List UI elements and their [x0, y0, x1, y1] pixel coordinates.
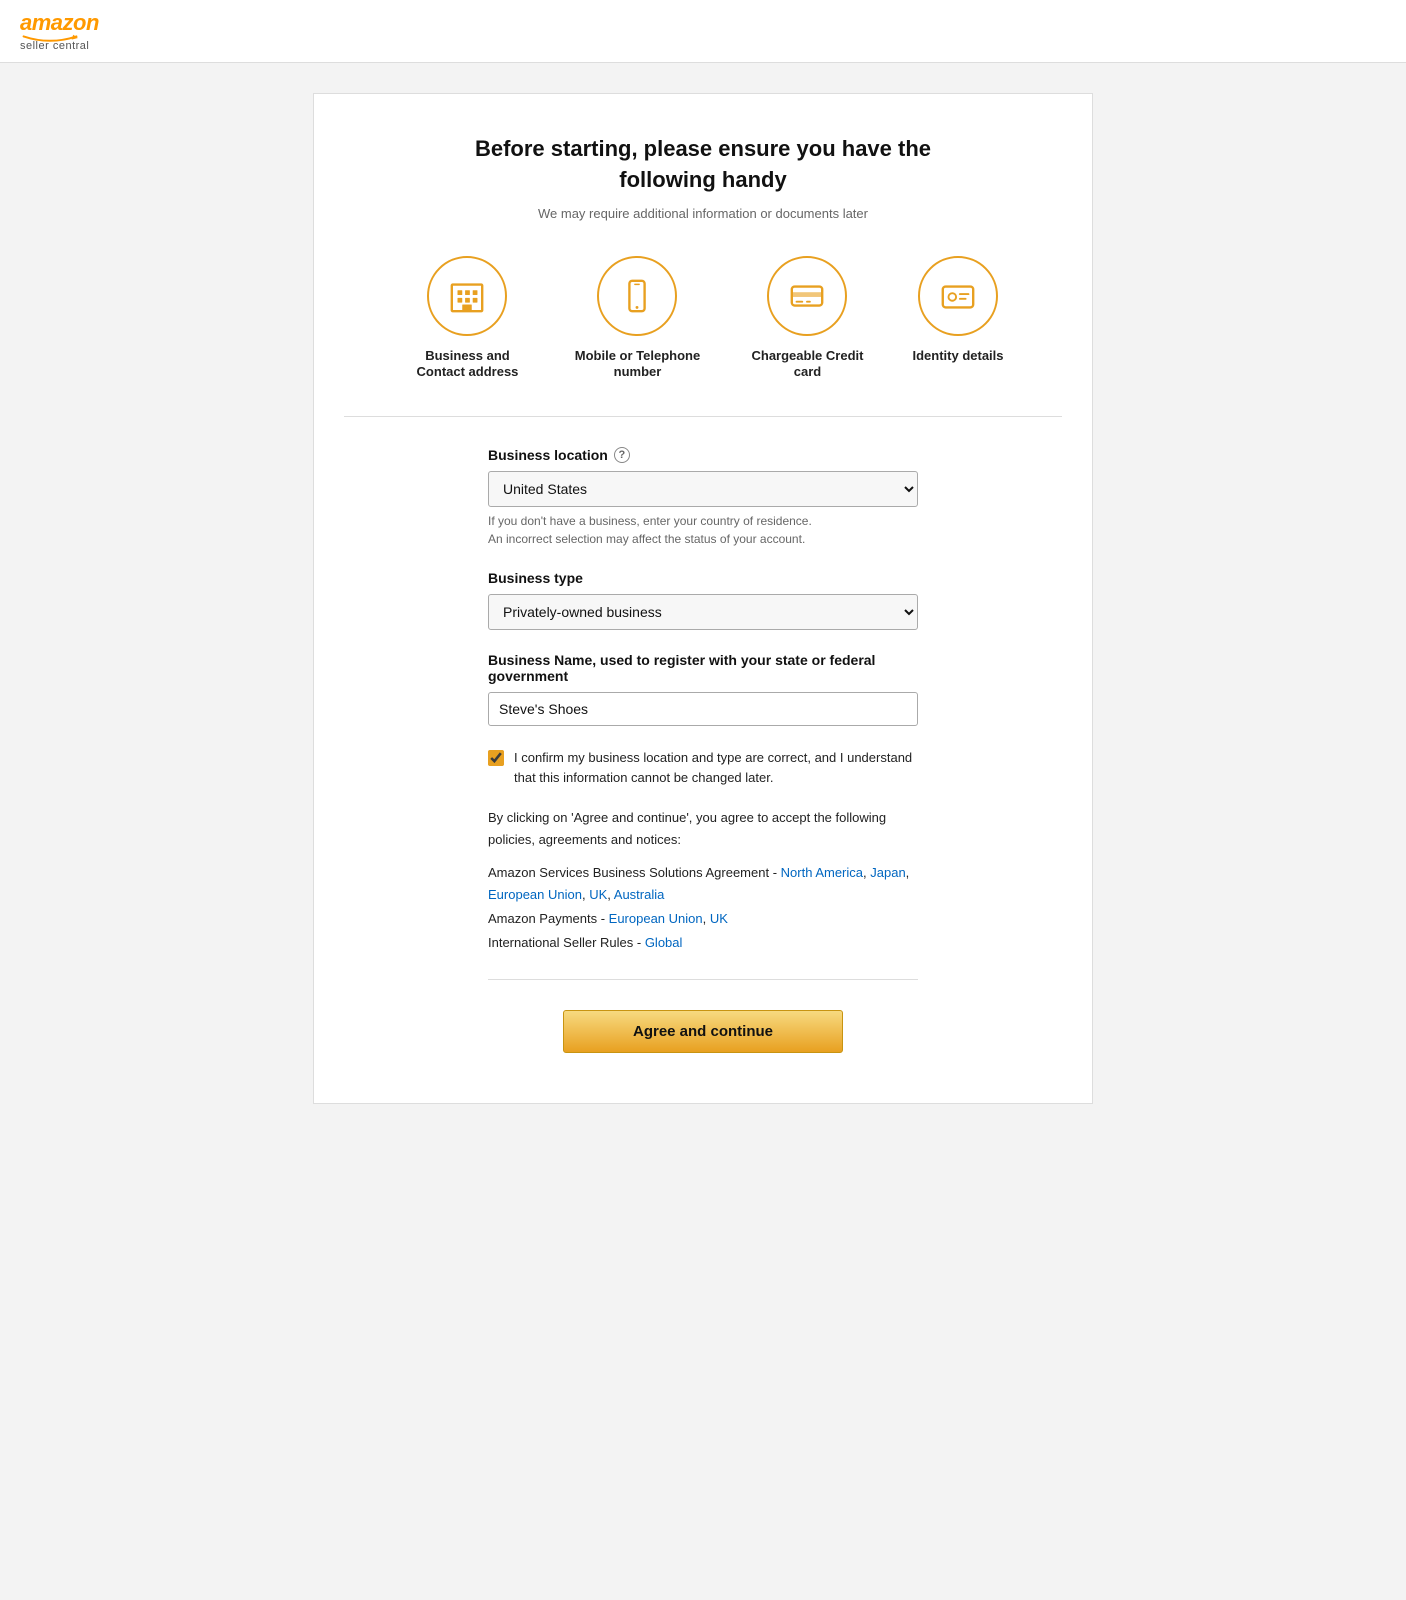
icon-item-mobile: Mobile or Telephone number	[572, 256, 702, 382]
business-location-select[interactable]: United States United Kingdom Canada Aust…	[488, 471, 918, 507]
page-title: Before starting, please ensure you have …	[344, 134, 1062, 196]
card-icon	[788, 277, 826, 315]
section-divider	[344, 416, 1062, 417]
icon-item-credit-card: Chargeable Credit card	[742, 256, 872, 382]
business-name-group: Business Name, used to register with you…	[488, 652, 918, 726]
business-location-label: Business location ?	[488, 447, 918, 463]
policy-link-global[interactable]: Global	[645, 935, 683, 950]
business-location-group: Business location ? United States United…	[488, 447, 918, 548]
logo-amazon-text: amazon	[20, 10, 99, 36]
business-name-label: Business Name, used to register with you…	[488, 652, 918, 684]
confirm-checkbox[interactable]	[488, 750, 504, 766]
business-type-group: Business type Privately-owned business P…	[488, 570, 918, 630]
business-type-label: Business type	[488, 570, 918, 586]
business-contact-icon-circle	[427, 256, 507, 336]
business-contact-label: Business and Contact address	[402, 348, 532, 382]
policy-line-1: Amazon Services Business Solutions Agree…	[488, 862, 918, 906]
agree-continue-button[interactable]: Agree and continue	[563, 1010, 843, 1053]
business-location-hint: If you don't have a business, enter your…	[488, 512, 918, 548]
credit-card-label: Chargeable Credit card	[742, 348, 872, 382]
logo-subtitle: seller central	[20, 40, 89, 52]
policy-link-uk-1[interactable]: UK	[589, 887, 607, 902]
bottom-divider	[488, 979, 918, 980]
agree-btn-wrap: Agree and continue	[488, 1010, 918, 1053]
confirm-checkbox-row: I confirm my business location and type …	[488, 748, 918, 787]
policies-section: By clicking on 'Agree and continue', you…	[488, 807, 918, 954]
policy-link-uk-2[interactable]: UK	[710, 911, 728, 926]
policy-link-north-america[interactable]: North America	[781, 865, 863, 880]
business-location-help-icon[interactable]: ?	[614, 447, 630, 463]
confirm-checkbox-label: I confirm my business location and type …	[514, 748, 918, 787]
policies-intro: By clicking on 'Agree and continue', you…	[488, 807, 918, 851]
policy-link-japan[interactable]: Japan	[870, 865, 905, 880]
policy-link-european-union-2[interactable]: European Union	[609, 911, 703, 926]
mobile-icon-circle	[597, 256, 677, 336]
business-name-input[interactable]	[488, 692, 918, 726]
building-icon	[448, 277, 486, 315]
form-section: Business location ? United States United…	[488, 447, 918, 1053]
id-card-icon	[939, 277, 977, 315]
logo: amazon seller central	[20, 10, 99, 52]
credit-card-icon-circle	[767, 256, 847, 336]
icon-item-business-contact: Business and Contact address	[402, 256, 532, 382]
mobile-label: Mobile or Telephone number	[572, 348, 702, 382]
policy-line-2: Amazon Payments - European Union, UK	[488, 908, 918, 930]
policy-link-australia[interactable]: Australia	[614, 887, 665, 902]
business-type-select[interactable]: Privately-owned business Publicly-owned …	[488, 594, 918, 630]
policy-link-european-union-1[interactable]: European Union	[488, 887, 582, 902]
icon-item-identity: Identity details	[912, 256, 1003, 382]
main-container: Before starting, please ensure you have …	[313, 93, 1093, 1104]
identity-icon-circle	[918, 256, 998, 336]
page-subtitle: We may require additional information or…	[344, 206, 1062, 221]
identity-label: Identity details	[912, 348, 1003, 365]
icons-row: Business and Contact address Mobile or T…	[344, 256, 1062, 382]
policy-line-3: International Seller Rules - Global	[488, 932, 918, 954]
header: amazon seller central	[0, 0, 1406, 63]
phone-icon	[618, 277, 656, 315]
